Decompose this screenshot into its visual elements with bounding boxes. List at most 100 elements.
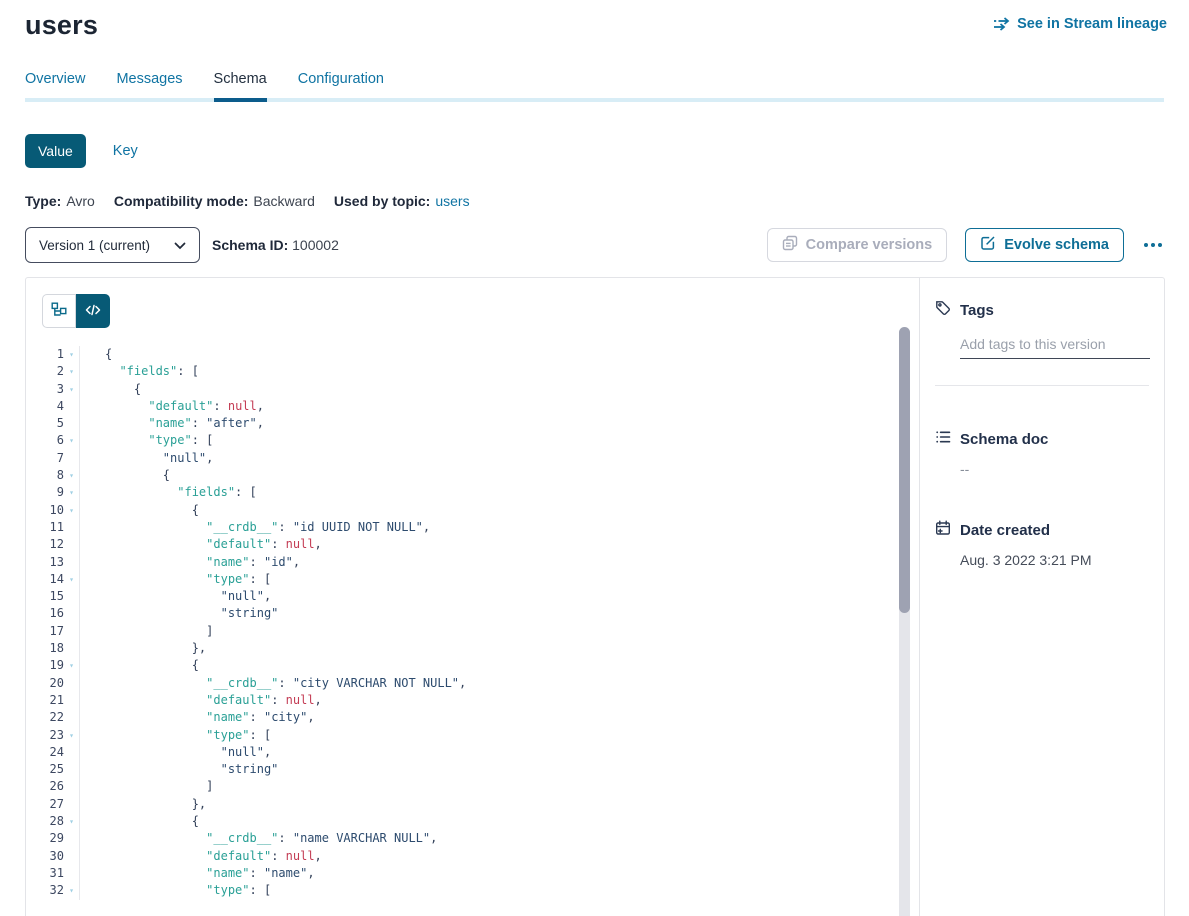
- tab-configuration[interactable]: Configuration: [298, 71, 384, 98]
- code-text: "__crdb__": "name VARCHAR NULL",: [80, 830, 437, 847]
- code-text: {: [80, 813, 199, 830]
- line-number: 12: [26, 536, 64, 553]
- date-created-section: Date created Aug. 3 2022 3:21 PM: [935, 520, 1149, 568]
- fold-spacer: [64, 778, 80, 795]
- key-toggle-button[interactable]: Key: [113, 143, 138, 159]
- stream-lineage-label: See in Stream lineage: [1017, 16, 1167, 32]
- schema-panel: 1▾{2▾ "fields": [3▾ {4 "default": null,5…: [25, 277, 1165, 916]
- code-text: "type": [: [80, 882, 271, 899]
- fold-spacer: [64, 415, 80, 432]
- type-value: Avro: [66, 193, 95, 209]
- code-text: ]: [80, 778, 213, 795]
- line-number: 11: [26, 519, 64, 536]
- fold-toggle-icon[interactable]: ▾: [64, 502, 80, 519]
- edit-icon: [980, 235, 996, 255]
- chevron-down-icon: [174, 238, 186, 253]
- tags-input[interactable]: [960, 336, 1150, 359]
- key-value-toggle: Value Key: [25, 134, 1164, 168]
- code-text: "type": [: [80, 571, 271, 588]
- schema-id-value: 100002: [292, 237, 339, 253]
- used-by-topic-label: Used by topic:: [334, 193, 430, 209]
- tag-icon: [935, 300, 951, 320]
- fold-spacer: [64, 536, 80, 553]
- fold-spacer: [64, 519, 80, 536]
- fold-toggle-icon[interactable]: ▾: [64, 363, 80, 380]
- calendar-plus-icon: [935, 520, 951, 540]
- code-line: 22 "name": "city",: [26, 709, 899, 726]
- code-text: {: [80, 467, 170, 484]
- code-line: 29 "__crdb__": "name VARCHAR NULL",: [26, 830, 899, 847]
- fold-toggle-icon[interactable]: ▾: [64, 467, 80, 484]
- code-text: "string": [80, 761, 278, 778]
- fold-toggle-icon[interactable]: ▾: [64, 813, 80, 830]
- line-number: 21: [26, 692, 64, 709]
- line-number: 30: [26, 848, 64, 865]
- code-text: "string": [80, 605, 278, 622]
- line-number: 20: [26, 675, 64, 692]
- schema-code-panel: 1▾{2▾ "fields": [3▾ {4 "default": null,5…: [26, 278, 919, 916]
- tab-underline-track: [25, 98, 1164, 102]
- code-line: 25 "string": [26, 761, 899, 778]
- code-line: 32▾ "type": [: [26, 882, 899, 899]
- code-line: 28▾ {: [26, 813, 899, 830]
- code-text: "type": [: [80, 727, 271, 744]
- more-options-button[interactable]: [1142, 237, 1164, 253]
- code-text: "name": "id",: [80, 554, 300, 571]
- compare-versions-button[interactable]: Compare versions: [767, 228, 948, 262]
- line-number: 19: [26, 657, 64, 674]
- code-line: 12 "default": null,: [26, 536, 899, 553]
- code-line: 21 "default": null,: [26, 692, 899, 709]
- fold-spacer: [64, 865, 80, 882]
- fold-spacer: [64, 640, 80, 657]
- tab-overview[interactable]: Overview: [25, 71, 85, 98]
- fold-toggle-icon[interactable]: ▾: [64, 882, 80, 899]
- editor-scrollbar-thumb[interactable]: [899, 327, 910, 613]
- code-text: },: [80, 796, 206, 813]
- tree-view-button[interactable]: [42, 294, 76, 328]
- code-line: 19▾ {: [26, 657, 899, 674]
- evolve-schema-label: Evolve schema: [1004, 237, 1109, 253]
- line-number: 3: [26, 381, 64, 398]
- dot: [1144, 243, 1148, 247]
- fold-toggle-icon[interactable]: ▾: [64, 346, 80, 363]
- compatibility-value: Backward: [253, 193, 314, 209]
- tab-schema[interactable]: Schema: [214, 71, 267, 98]
- code-line: 2▾ "fields": [: [26, 363, 899, 380]
- line-number: 22: [26, 709, 64, 726]
- editor-scrollbar-track[interactable]: [899, 327, 910, 916]
- code-line: 27 },: [26, 796, 899, 813]
- version-select[interactable]: Version 1 (current): [25, 227, 200, 263]
- compare-versions-label: Compare versions: [806, 237, 933, 253]
- line-number: 1: [26, 346, 64, 363]
- code-line: 10▾ {: [26, 502, 899, 519]
- line-number: 6: [26, 432, 64, 449]
- code-line: 16 "string": [26, 605, 899, 622]
- fold-toggle-icon[interactable]: ▾: [64, 571, 80, 588]
- stream-lineage-link[interactable]: See in Stream lineage: [993, 16, 1167, 32]
- fold-spacer: [64, 848, 80, 865]
- code-text: },: [80, 640, 206, 657]
- code-line: 18 },: [26, 640, 899, 657]
- code-view-button[interactable]: [76, 294, 110, 328]
- fold-toggle-icon[interactable]: ▾: [64, 484, 80, 501]
- code-text: "__crdb__": "city VARCHAR NOT NULL",: [80, 675, 466, 692]
- fold-toggle-icon[interactable]: ▾: [64, 727, 80, 744]
- evolve-schema-button[interactable]: Evolve schema: [965, 228, 1124, 262]
- fold-toggle-icon[interactable]: ▾: [64, 657, 80, 674]
- tree-view-icon: [51, 302, 67, 321]
- fold-spacer: [64, 588, 80, 605]
- compatibility-label: Compatibility mode:: [114, 193, 249, 209]
- topic-link[interactable]: users: [435, 193, 469, 209]
- code-line: 6▾ "type": [: [26, 432, 899, 449]
- fold-toggle-icon[interactable]: ▾: [64, 381, 80, 398]
- dot: [1151, 243, 1155, 247]
- value-toggle-button[interactable]: Value: [25, 134, 86, 168]
- line-number: 5: [26, 415, 64, 432]
- code-line: 23▾ "type": [: [26, 727, 899, 744]
- code-line: 7 "null",: [26, 450, 899, 467]
- line-number: 26: [26, 778, 64, 795]
- code-text: "default": null,: [80, 692, 322, 709]
- fold-toggle-icon[interactable]: ▾: [64, 432, 80, 449]
- tab-messages[interactable]: Messages: [116, 71, 182, 98]
- date-created-heading: Date created: [960, 522, 1050, 539]
